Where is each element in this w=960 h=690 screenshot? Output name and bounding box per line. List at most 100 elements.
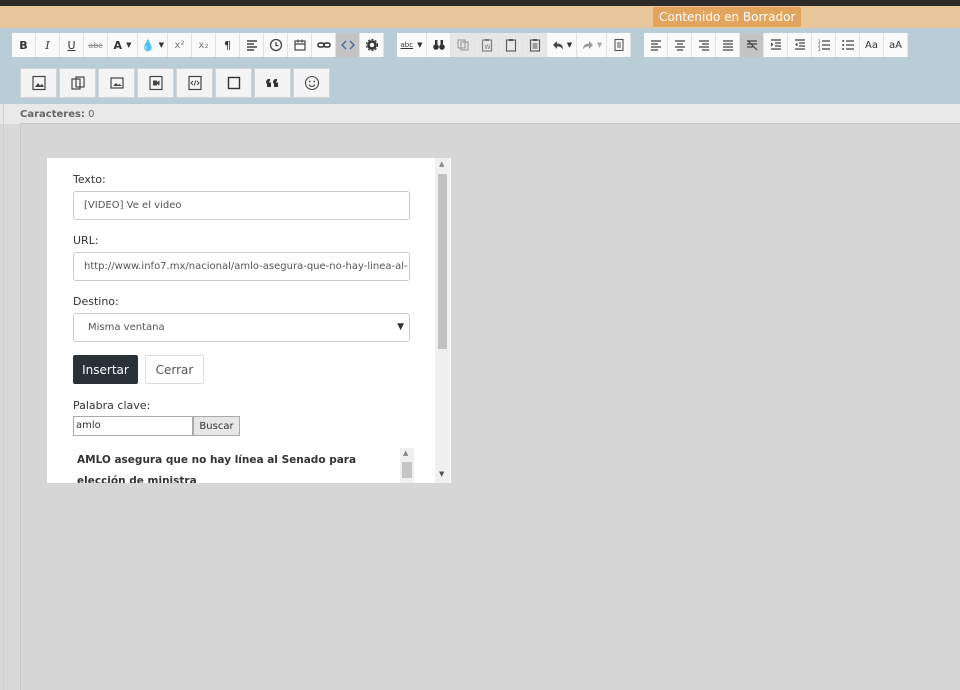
underline-button[interactable]: U: [60, 33, 84, 57]
outdent-button[interactable]: [788, 33, 812, 57]
insert-image-button[interactable]: [20, 68, 57, 98]
insert-video-button[interactable]: [137, 68, 174, 98]
paste-button[interactable]: [499, 33, 523, 57]
indent-icon: [770, 39, 781, 50]
results-scrollbar[interactable]: ▲: [400, 448, 414, 483]
indent-button[interactable]: [764, 33, 788, 57]
square-icon: [227, 76, 240, 90]
bullet-list-button[interactable]: [836, 33, 860, 57]
font-size-icon: Aa: [865, 39, 878, 51]
paste-word-icon: W: [481, 39, 492, 52]
paste-text-icon: [529, 39, 540, 52]
insert-embed-button[interactable]: [176, 68, 213, 98]
scroll-up-icon[interactable]: ▲: [439, 160, 444, 168]
gallery-icon: [70, 76, 85, 90]
paste-text-button[interactable]: [523, 33, 547, 57]
insert-emoji-button[interactable]: [293, 68, 330, 98]
settings-button[interactable]: [360, 33, 384, 57]
insert-toolbar: [20, 68, 330, 98]
align-right-button[interactable]: [692, 33, 716, 57]
time-button[interactable]: [264, 33, 288, 57]
video-icon: [148, 75, 163, 91]
undo-icon: [552, 41, 563, 50]
numbered-list-button[interactable]: 123: [812, 33, 836, 57]
clear-format-button[interactable]: [740, 33, 764, 57]
status-bar: [0, 6, 960, 28]
align-center-icon: [674, 40, 685, 51]
dialog-scroll-thumb[interactable]: [438, 174, 447, 349]
spellcheck-icon: abc: [400, 41, 414, 49]
search-button[interactable]: Buscar: [193, 416, 240, 436]
align-justify-button[interactable]: [716, 33, 740, 57]
url-input[interactable]: http://www.info7.mx/nacional/amlo-asegur…: [73, 252, 410, 281]
character-count-value: 0: [88, 109, 95, 120]
chevron-down-icon: ▼: [566, 41, 573, 49]
scroll-up-icon[interactable]: ▲: [403, 449, 408, 457]
chevron-down-icon: ▼: [397, 322, 404, 332]
insert-quote-button[interactable]: [254, 68, 291, 98]
document-button[interactable]: [607, 33, 631, 57]
calendar-icon: [293, 39, 306, 51]
target-select-value: Misma ventana: [88, 322, 165, 333]
insert-gallery-button[interactable]: [59, 68, 96, 98]
code-icon: [340, 40, 355, 50]
results-scroll-thumb[interactable]: [402, 462, 412, 478]
close-button[interactable]: Cerrar: [145, 355, 204, 384]
subscript-button[interactable]: x₂: [192, 33, 216, 57]
target-select[interactable]: Misma ventana ▼: [73, 313, 410, 342]
font-size-button[interactable]: Aa: [860, 33, 884, 57]
document-icon: [613, 38, 624, 52]
link-button[interactable]: [312, 33, 336, 57]
superscript-button[interactable]: x²: [168, 33, 192, 57]
italic-button[interactable]: I: [36, 33, 60, 57]
bullet-list-icon: [841, 40, 854, 50]
chevron-down-icon: ▼: [158, 41, 165, 49]
insert-photo-button[interactable]: [98, 68, 135, 98]
quote-icon: [265, 78, 278, 87]
redo-icon: [582, 41, 593, 50]
clock-icon: [269, 38, 282, 52]
keyword-input[interactable]: amlo: [73, 416, 193, 436]
align-right-icon: [698, 40, 709, 51]
date-button[interactable]: [288, 33, 312, 57]
copy-button[interactable]: [451, 33, 475, 57]
dialog-scrollbar[interactable]: ▲ ▼: [435, 158, 450, 483]
binoculars-icon: [432, 40, 445, 50]
insert-box-button[interactable]: [215, 68, 252, 98]
strikethrough-button[interactable]: abc: [84, 33, 108, 57]
scroll-down-icon[interactable]: ▼: [439, 470, 444, 478]
character-count-label: Caracteres:: [20, 109, 85, 120]
bold-button[interactable]: B: [12, 33, 36, 57]
case-button[interactable]: aA: [884, 33, 908, 57]
outdent-icon: [794, 39, 805, 50]
text-input[interactable]: [VIDEO] Ve el video: [73, 191, 410, 220]
insert-button[interactable]: Insertar: [73, 355, 138, 384]
embed-icon: [187, 75, 202, 91]
smiley-icon: [304, 75, 319, 91]
clear-format-icon: [746, 40, 757, 51]
align-left-button[interactable]: [644, 33, 668, 57]
numbered-list-icon: 123: [818, 39, 830, 52]
code-button[interactable]: [336, 33, 360, 57]
undo-button[interactable]: ▼: [547, 33, 577, 57]
chevron-down-icon: ▼: [596, 41, 603, 49]
image-icon: [31, 75, 46, 91]
result-item[interactable]: AMLO asegura que no hay línea al Senado …: [77, 450, 387, 483]
underline-icon: U: [67, 38, 76, 52]
redo-button[interactable]: ▼: [577, 33, 607, 57]
chevron-down-icon: ▼: [417, 41, 423, 49]
svg-text:3: 3: [818, 47, 821, 52]
font-color-button[interactable]: A ▼: [108, 33, 138, 57]
spellcheck-button[interactable]: abc ▼: [397, 33, 427, 57]
align-justify-icon: [722, 40, 733, 51]
align-left-icon: [246, 40, 257, 51]
paragraph-button[interactable]: ¶: [216, 33, 240, 57]
align-center-button[interactable]: [668, 33, 692, 57]
paste-icon: [505, 39, 516, 52]
find-button[interactable]: [427, 33, 451, 57]
paste-word-button[interactable]: W: [475, 33, 499, 57]
align-button[interactable]: [240, 33, 264, 57]
fill-color-button[interactable]: 💧 ▼: [138, 33, 168, 57]
target-label: Destino:: [73, 295, 119, 308]
fill-color-icon: 💧: [140, 38, 155, 52]
